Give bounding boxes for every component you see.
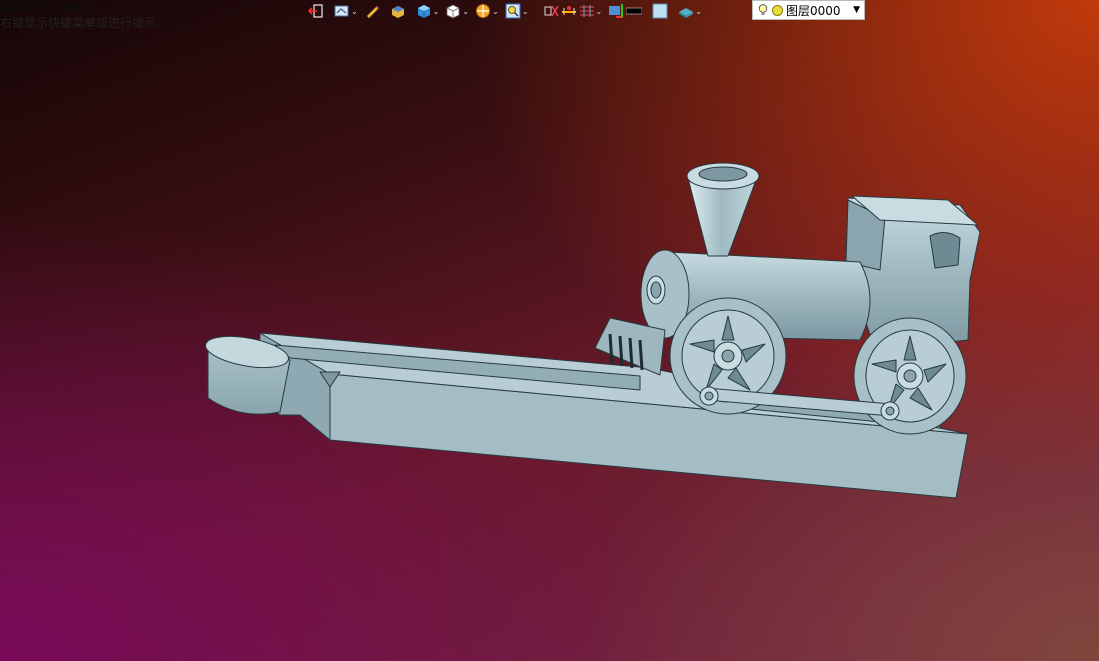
cad-viewport[interactable] <box>0 0 1099 661</box>
train-model <box>205 162 981 499</box>
rear-wheel <box>853 317 967 435</box>
